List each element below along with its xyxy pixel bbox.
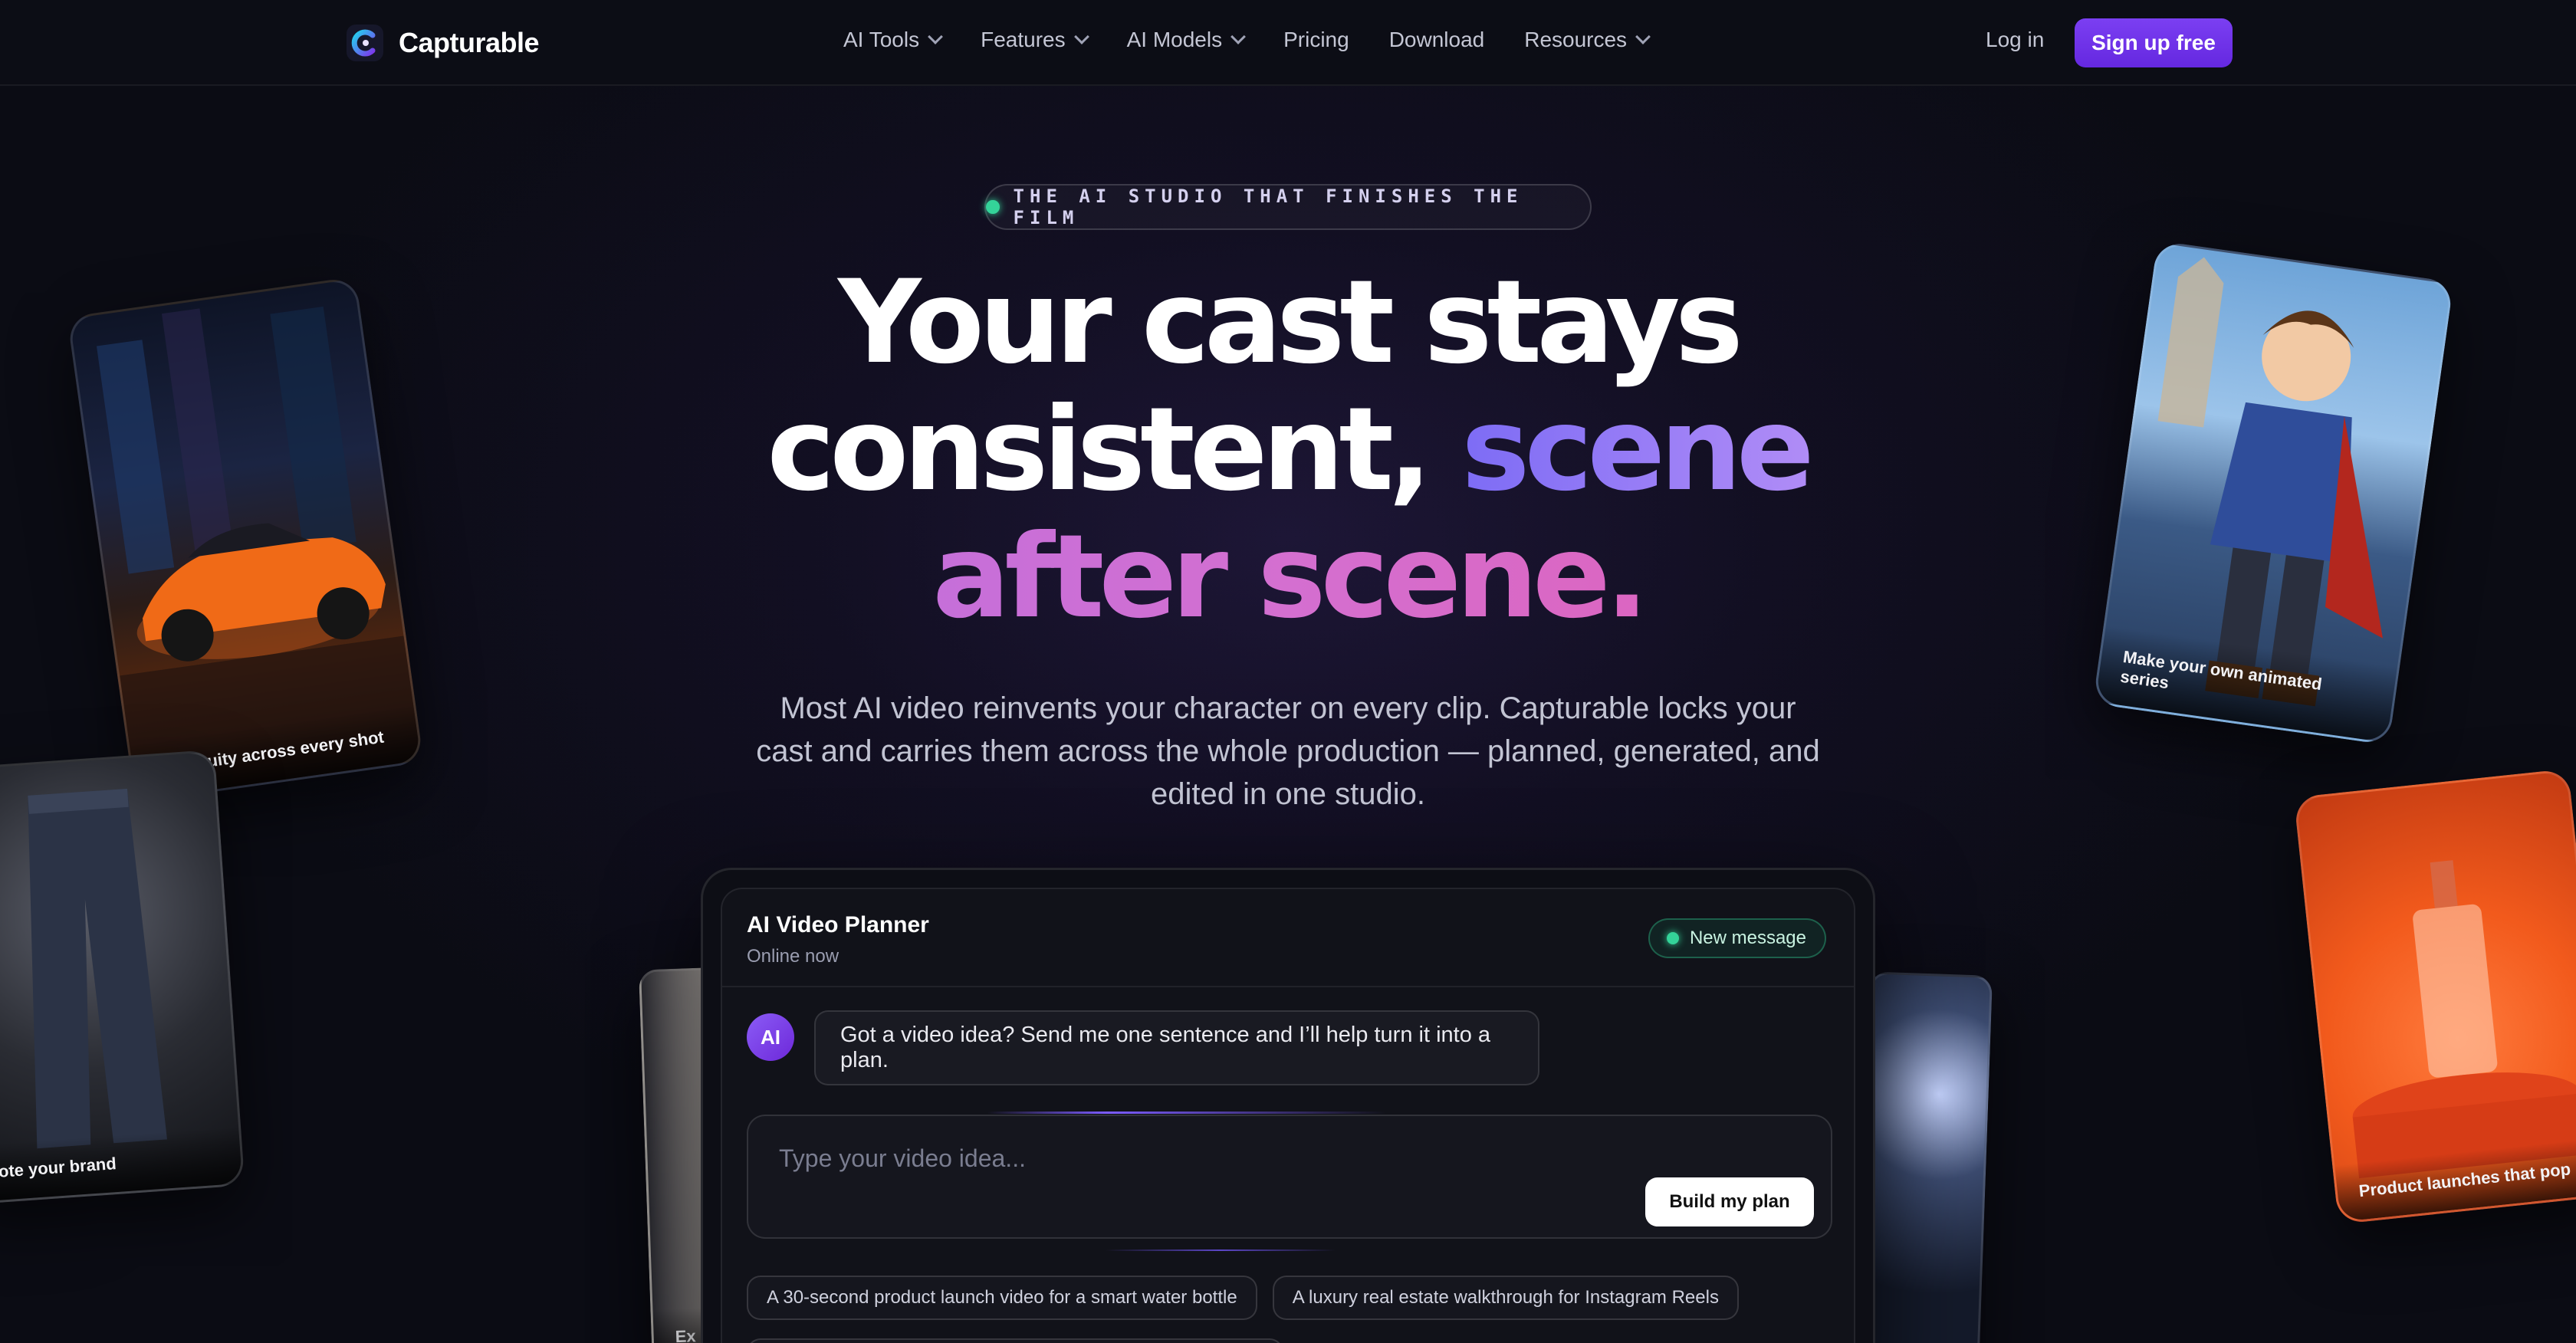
planner-status: Online now: [747, 946, 840, 967]
ai-message-bubble: Got a video idea? Send me one sentence a…: [814, 1010, 1539, 1085]
suggestion-chips: A 30-second product launch video for a s…: [747, 1276, 1739, 1320]
chevron-down-icon: [1230, 29, 1246, 44]
new-message-badge[interactable]: New message: [1648, 918, 1826, 958]
online-dot-icon: [1666, 932, 1679, 944]
nav-item-ai-tools[interactable]: AI Tools: [843, 28, 943, 52]
video-idea-input[interactable]: [779, 1139, 1546, 1177]
nav-item-label: AI Tools: [843, 28, 920, 51]
nav-item-label: Pricing: [1283, 28, 1349, 51]
nav-links: AI Tools Features AI Models Pricing Down…: [843, 28, 1688, 52]
chevron-down-icon: [1073, 29, 1089, 44]
ai-avatar: AI: [747, 1013, 794, 1061]
headline-line-3: after scene.: [0, 514, 2576, 641]
showcase-card-jeans: mote your brand: [0, 749, 245, 1206]
nav-item-features[interactable]: Features: [981, 28, 1089, 52]
chevron-down-icon: [928, 29, 943, 44]
nav-item-label: AI Models: [1126, 28, 1223, 51]
divider-glow: [987, 1112, 1386, 1114]
hero-subtitle: Most AI video reinvents your character o…: [756, 691, 1820, 811]
hero-headline: Your cast stays consistent, scene after …: [0, 259, 2576, 641]
suggestion-chip[interactable]: [747, 1338, 1283, 1343]
planner-header: AI Video Planner Online now New message: [722, 889, 1854, 987]
showcase-card-perfume: Product launches that pop: [2293, 768, 2576, 1225]
nav-item-download[interactable]: Download: [1389, 28, 1485, 52]
build-plan-button[interactable]: Build my plan: [1645, 1177, 1814, 1226]
suggestion-chip[interactable]: A 30-second product launch video for a s…: [747, 1276, 1257, 1320]
showcase-card-stage-lights: [1855, 971, 1993, 1343]
status-dot-icon: [986, 200, 1000, 214]
login-link[interactable]: Log in: [1986, 28, 2044, 52]
ai-video-planner: AI Video Planner Online now New message …: [721, 888, 1855, 1343]
headline-line-2: consistent, scene: [0, 386, 2576, 514]
headline-line-1: Your cast stays: [838, 256, 1743, 389]
badge-label: New message: [1689, 928, 1806, 948]
top-nav: Capturable AI Tools Features AI Models P…: [0, 0, 2576, 86]
headline-plain: consistent,: [767, 383, 1462, 517]
brand-name: Capturable: [399, 27, 540, 58]
eyebrow-text: THE AI STUDIO THAT FINISHES THE FILM: [1013, 186, 1523, 228]
headline-accent: scene: [1461, 383, 1814, 517]
chevron-down-icon: [1635, 29, 1651, 44]
idea-input-box: Build my plan: [747, 1115, 1832, 1239]
capturable-logo-icon: [347, 25, 383, 61]
nav-item-resources[interactable]: Resources: [1524, 28, 1651, 52]
divider-glow: [1106, 1249, 1336, 1251]
nav-item-label: Features: [981, 28, 1066, 51]
eyebrow-badge: THE AI STUDIO THAT FINISHES THE FILM: [984, 184, 1592, 230]
planner-title: AI Video Planner: [747, 912, 929, 937]
nav-item-label: Download: [1388, 28, 1485, 51]
nav-item-ai-models[interactable]: AI Models: [1126, 28, 1246, 52]
brand-logo[interactable]: Capturable: [345, 23, 540, 63]
nav-item-label: Resources: [1524, 28, 1628, 51]
suggestion-chip[interactable]: A luxury real estate walkthrough for Ins…: [1272, 1276, 1739, 1320]
signup-button[interactable]: Sign up free: [2075, 18, 2233, 67]
nav-item-pricing[interactable]: Pricing: [1283, 28, 1349, 52]
